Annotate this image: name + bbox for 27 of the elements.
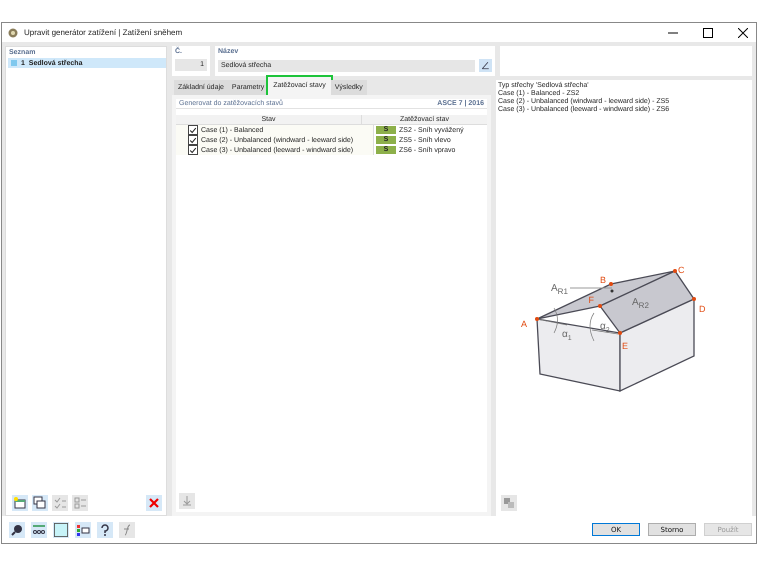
area-label: A$_{R2}$ xyxy=(632,297,649,310)
new-item-icon[interactable] xyxy=(12,495,28,511)
checkbox[interactable] xyxy=(188,135,198,145)
window-title: Upravit generátor zatížení | Zatížení sněhem xyxy=(24,28,182,37)
close-icon[interactable] xyxy=(738,28,748,38)
uncheck-all-icon[interactable] xyxy=(72,495,88,511)
angle-label: α$_{1}$ xyxy=(562,329,572,342)
copy-icon[interactable] xyxy=(32,495,48,511)
help-icon[interactable] xyxy=(97,522,113,538)
search-icon[interactable] xyxy=(9,522,25,538)
point-label: F xyxy=(588,295,594,305)
angle-label: α$_{2}$ xyxy=(600,321,610,334)
point-label: A xyxy=(520,319,527,329)
function-icon[interactable] xyxy=(119,522,135,538)
item-color-icon xyxy=(11,60,17,66)
area-label: A$_{R1}$ xyxy=(551,283,568,296)
display-settings-icon[interactable] xyxy=(75,522,91,538)
point-label: C xyxy=(678,265,684,275)
color-swatch-icon[interactable] xyxy=(53,522,69,538)
check-all-icon[interactable] xyxy=(52,495,68,511)
point-label: D xyxy=(699,304,706,314)
checkbox[interactable] xyxy=(188,125,198,135)
checkbox[interactable] xyxy=(188,145,198,155)
maximize-icon[interactable] xyxy=(703,28,713,38)
delete-icon[interactable] xyxy=(146,495,162,511)
point-label: E xyxy=(622,341,628,351)
point-label: B xyxy=(600,275,606,285)
